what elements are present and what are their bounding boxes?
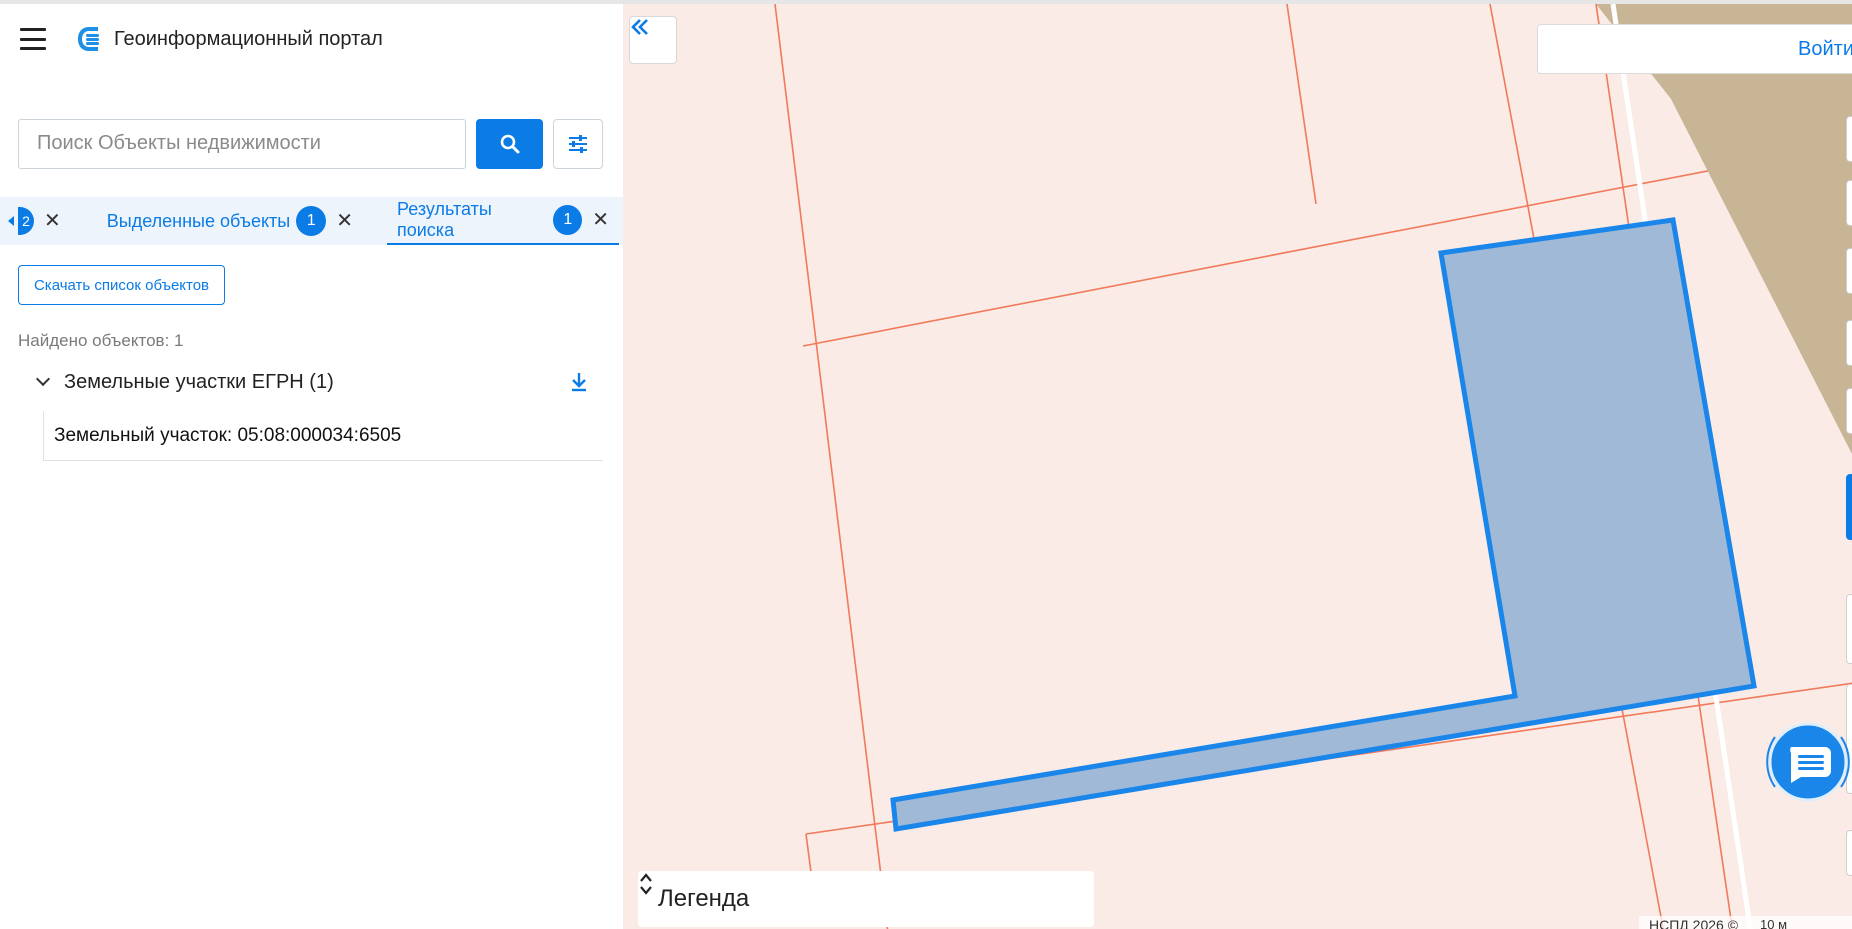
map-tool-button[interactable] [1846, 180, 1852, 226]
tab-selected-objects[interactable]: Выделенные объекты 1 ✕ [97, 197, 363, 245]
chat-button[interactable] [1753, 707, 1852, 817]
found-count: Найдено объектов: 1 [18, 331, 184, 350]
tab-label: Выделенные объекты [106, 210, 291, 231]
tab-label: Результаты поиска [396, 199, 492, 240]
scroll-left-icon[interactable] [8, 216, 14, 226]
tab-count-badge: 2 [18, 207, 34, 235]
search-input[interactable] [18, 118, 466, 169]
map-tool-button[interactable] [1846, 320, 1852, 366]
tab-count-badge: 1 [553, 205, 583, 235]
app-root: Геоинформационный портал Поиск Объекты н… [0, 0, 1852, 929]
tab-close-icon[interactable]: ✕ [592, 210, 609, 230]
collapse-sidebar-button[interactable] [629, 16, 677, 64]
map-canvas[interactable] [623, 4, 1852, 929]
map-tool-button[interactable] [1846, 594, 1852, 664]
search-button[interactable] [476, 118, 543, 169]
parcel-boundary [802, 142, 1852, 347]
results-tabs: 2 ✕ Выделенные объекты 1 ✕ Результаты по… [0, 197, 623, 245]
double-chevron-left-icon [631, 19, 648, 35]
app-title: Геоинформационный портал [114, 27, 383, 50]
search-bar [0, 74, 623, 193]
search-icon [500, 134, 519, 153]
filter-sliders-icon [569, 134, 587, 153]
list-item[interactable]: Земельный участок: 05:08:000034:6505 [43, 411, 603, 461]
parcel-boundary [805, 833, 812, 873]
legend-label: Легенда [658, 885, 750, 912]
map-view[interactable]: Войти Легенда НСПД 2026 © 10 м [623, 0, 1852, 929]
map-attribution: НСПД 2026 © 10 м [1639, 916, 1852, 929]
map-tool-button[interactable] [1846, 388, 1852, 434]
map-tool-button-active[interactable] [1846, 474, 1852, 540]
login-button[interactable]: Войти [1537, 24, 1852, 74]
parcel-boundary [1286, 4, 1317, 205]
scale-bar-label: 10 м [1760, 917, 1788, 929]
expand-toggle-icon[interactable] [638, 871, 654, 897]
download-icon[interactable] [570, 371, 588, 393]
chat-icon [1766, 722, 1850, 802]
tab-count-badge: 1 [296, 206, 327, 236]
result-group-label: Земельные участки ЕГРН (1) [64, 370, 334, 393]
tab-previous-partial[interactable]: 2 ✕ [8, 207, 61, 235]
filter-button[interactable] [553, 118, 603, 169]
tab-close-icon[interactable]: ✕ [336, 211, 353, 231]
map-tool-button[interactable] [1846, 830, 1852, 876]
menu-icon[interactable] [20, 28, 46, 50]
tab-search-results[interactable]: Результаты поиска 1 ✕ [386, 197, 619, 245]
result-group-header[interactable]: Земельные участки ЕГРН (1) [35, 367, 588, 397]
map-tool-button[interactable] [1846, 248, 1852, 294]
tab-close-icon[interactable]: ✕ [44, 211, 61, 231]
sidebar: Геоинформационный портал Поиск Объекты н… [0, 0, 623, 929]
map-tool-button[interactable] [1846, 116, 1852, 162]
attribution-text: НСПД 2026 © [1649, 916, 1739, 929]
legend-panel[interactable]: Легенда [638, 871, 1094, 927]
selected-parcel [890, 217, 1757, 832]
sidebar-header: Геоинформационный портал [0, 4, 623, 74]
chevron-down-icon[interactable] [35, 371, 51, 387]
parcel-boundary [774, 4, 889, 929]
download-list-button[interactable]: Скачать список объектов [18, 265, 225, 305]
portal-logo-icon [78, 27, 99, 51]
